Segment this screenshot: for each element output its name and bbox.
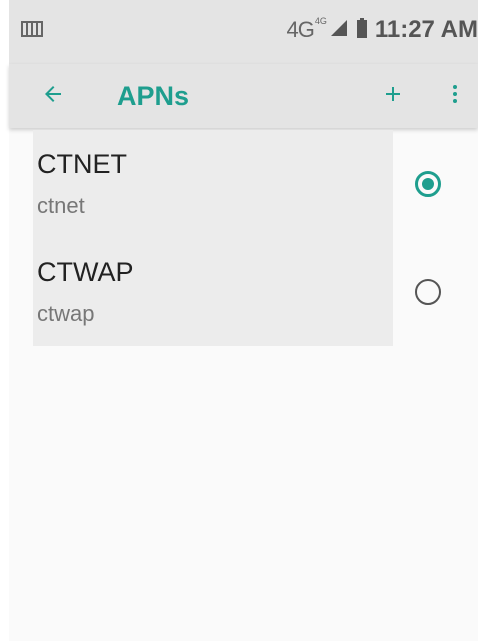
apn-text-block[interactable]: CTWAP ctwap — [33, 238, 393, 346]
page-title: APNs — [117, 81, 190, 111]
clock: 11:27 AM — [374, 16, 478, 43]
sim-card-icon — [21, 21, 43, 37]
apn-value: ctwap — [37, 301, 95, 326]
add-apn-button[interactable] — [375, 78, 411, 114]
screen: 4G 4G 11:27 AM APNs CTNET ctnet CTWAP ct… — [9, 0, 478, 641]
more-options-button[interactable] — [437, 78, 473, 114]
back-button[interactable] — [35, 78, 71, 114]
arrow-left-icon — [41, 82, 65, 111]
status-bar: 4G 4G 11:27 AM — [9, 0, 478, 64]
app-bar: APNs — [9, 64, 478, 128]
apn-radio-unselected[interactable] — [415, 279, 441, 305]
more-vert-icon — [443, 82, 467, 111]
apn-radio-selected[interactable] — [415, 171, 441, 197]
apn-text-block[interactable]: CTNET ctnet — [33, 130, 393, 238]
network-type-small: 4G — [314, 16, 327, 26]
apn-name: CTWAP — [37, 257, 134, 287]
apn-name: CTNET — [37, 149, 127, 179]
plus-icon — [381, 82, 405, 111]
apn-value: ctnet — [37, 193, 85, 218]
status-right-group: 4G 4G 11:27 AM — [286, 14, 478, 46]
network-type: 4G — [286, 17, 314, 42]
battery-icon — [356, 17, 367, 43]
apn-list-item[interactable]: CTNET ctnet — [9, 130, 478, 238]
signal-icon — [329, 18, 349, 43]
apn-list-item[interactable]: CTWAP ctwap — [9, 238, 478, 346]
